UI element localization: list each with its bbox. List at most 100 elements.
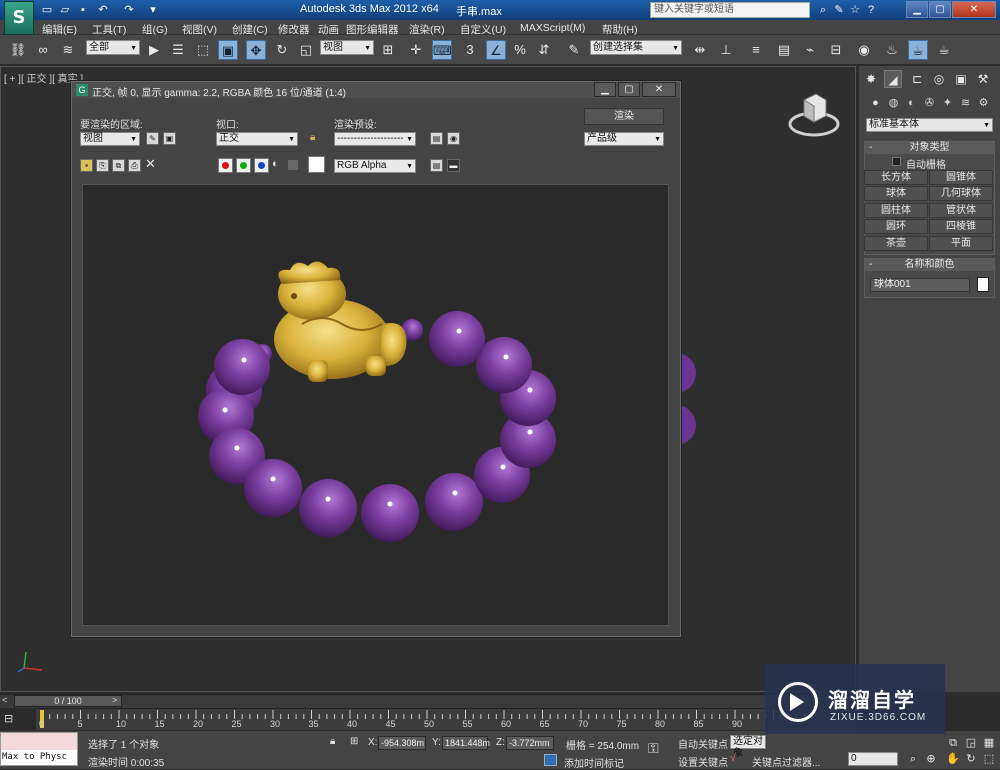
menu-maxscript[interactable]: MAXScript(M) [520, 22, 585, 34]
schematic-view-icon[interactable]: ⊟ [826, 40, 846, 60]
pivot-icon[interactable]: ⊞ [378, 40, 398, 60]
display-channel-select[interactable]: RGB Alpha [334, 159, 416, 173]
geometry-icon[interactable]: ● [868, 96, 883, 111]
search-input[interactable]: 键入关键字或短语 [650, 2, 810, 18]
clear-image-icon[interactable]: ✕ [145, 157, 159, 171]
print-image-icon[interactable]: ⎙ [128, 159, 141, 172]
torus-button[interactable]: 圆环 [864, 219, 928, 234]
selection-lock-icon[interactable]: 🔒︎ [330, 736, 342, 748]
render-quality-select[interactable]: 产品级 [584, 132, 664, 146]
create-tab-icon[interactable]: ✸ [862, 70, 880, 88]
select-by-name-icon[interactable]: ☰ [168, 40, 188, 60]
undo-icon[interactable]: ↶ [96, 3, 110, 17]
z-coord-field[interactable]: -3.772mm [506, 736, 554, 750]
render-preset-select[interactable]: -------------------- [334, 132, 416, 146]
minimize-button[interactable]: ▁ [906, 1, 928, 18]
quick-access-menu-icon[interactable]: ▾ [146, 3, 160, 17]
object-color-swatch[interactable] [977, 277, 989, 292]
app-logo-icon[interactable]: S [4, 1, 34, 35]
rendered-frame-window-icon[interactable]: ☕ [908, 40, 928, 60]
align-icon[interactable]: ⊥ [716, 40, 736, 60]
category-select[interactable]: 标准基本体 [866, 118, 993, 132]
hierarchy-tab-icon[interactable]: ⊏ [908, 70, 926, 88]
render-production-icon[interactable]: ☕ [934, 40, 954, 60]
auto-key-button[interactable]: 自动关键点 [678, 736, 728, 751]
render-setup-small-icon[interactable]: ▤ [430, 132, 443, 145]
add-time-tag[interactable]: 添加时间标记 [564, 755, 624, 770]
autogrid-checkbox[interactable] [892, 157, 901, 166]
mirror-icon[interactable]: ⇹ [690, 40, 710, 60]
spinner-snap-icon[interactable]: ⇵ [534, 40, 554, 60]
time-config-icon[interactable]: ⌕ [906, 752, 920, 766]
binoculars-icon[interactable]: ⌕ [816, 3, 830, 17]
motion-tab-icon[interactable]: ◎ [930, 70, 948, 88]
material-editor-icon[interactable]: ◉ [854, 40, 874, 60]
space-warps-icon[interactable]: ≋ [958, 96, 973, 111]
toggle-ui-icon[interactable]: ▬ [447, 159, 460, 172]
key-filters-button[interactable]: 关键点过滤器... [752, 754, 820, 769]
maximize-button[interactable]: ▢ [929, 1, 951, 18]
maximize-viewport-icon[interactable]: ⬚ [982, 752, 996, 766]
copy-image-icon[interactable]: ⎘ [96, 159, 109, 172]
select-manipulate-icon[interactable]: ✛ [406, 40, 426, 60]
lock-icon[interactable]: 🔒︎ [310, 132, 320, 144]
edit-named-selection-icon[interactable]: ✎ [564, 40, 584, 60]
zoom-icon[interactable]: ⊕ [924, 752, 938, 766]
graphite-tools-icon[interactable]: ▤ [774, 40, 794, 60]
percent-snap-icon[interactable]: % [510, 40, 530, 60]
selection-filter-select[interactable]: 全部 [86, 40, 140, 55]
time-slider-track[interactable] [0, 694, 856, 708]
swatch-color-box[interactable] [308, 156, 325, 173]
red-channel-button[interactable] [218, 158, 233, 173]
name-color-header[interactable]: - 名称和颜色 [865, 259, 994, 271]
keyboard-shortcut-icon[interactable]: ⌨ [432, 40, 452, 60]
environment-effects-icon[interactable]: ◉ [447, 132, 460, 145]
display-tab-icon[interactable]: ▣ [952, 70, 970, 88]
new-file-icon[interactable]: ▭ [40, 3, 54, 17]
mini-curve-editor-icon[interactable]: ⊟ [4, 712, 22, 726]
zoom-all-icon[interactable]: ◲ [964, 736, 978, 750]
alpha-channel-icon[interactable]: ◐ [272, 158, 284, 172]
link-icon[interactable]: ⛓ [8, 40, 28, 60]
rotate-icon[interactable]: ↻ [272, 40, 292, 60]
box-button[interactable]: 长方体 [864, 170, 928, 185]
open-file-icon[interactable]: ▱ [58, 3, 72, 17]
shapes-icon[interactable]: ◍ [886, 96, 901, 111]
y-coord-field[interactable]: 1841.448m [442, 736, 490, 750]
select-object-icon[interactable]: ▶ [144, 40, 164, 60]
modify-tab-icon[interactable]: ◢ [884, 70, 902, 88]
tube-button[interactable]: 管状体 [929, 203, 993, 218]
edit-region-icon[interactable]: ✎ [146, 132, 159, 145]
maxscript-output-line[interactable]: Max to Physc [2, 752, 67, 762]
tools-icon[interactable]: ✎ [832, 3, 846, 17]
render-button[interactable]: 渲染 [584, 108, 664, 125]
snaps-toggle-icon[interactable]: 3 [460, 40, 480, 60]
render-setup-icon[interactable]: ♨ [882, 40, 902, 60]
render-window-maximize-button[interactable]: ▢ [618, 82, 640, 97]
star-icon[interactable]: ☆ [848, 3, 862, 17]
rect-selection-icon[interactable]: ⬚ [193, 40, 213, 60]
object-type-header[interactable]: - 对象类型 [865, 142, 994, 154]
curve-editor-icon[interactable]: ⌁ [800, 40, 820, 60]
time-tag-icon[interactable] [544, 754, 557, 766]
window-crossing-icon[interactable]: ▣ [218, 40, 238, 60]
close-button[interactable]: ✕ [952, 1, 996, 18]
toggle-ui-overlay-icon[interactable]: ▤ [430, 159, 443, 172]
orbit-icon[interactable]: ↻ [964, 752, 978, 766]
pyramid-button[interactable]: 四棱锥 [929, 219, 993, 234]
bind-space-warp-icon[interactable]: ≋ [58, 40, 78, 60]
render-window-close-button[interactable]: ✕ [642, 82, 676, 97]
helpers-icon[interactable]: ✦ [940, 96, 955, 111]
cone-button[interactable]: 圆锥体 [929, 170, 993, 185]
render-window-minimize-button[interactable]: ▁ [594, 82, 616, 97]
selected-object-select[interactable]: 选定对象 [730, 735, 766, 759]
absolute-mode-icon[interactable]: ⊞ [350, 736, 362, 748]
layer-manager-icon[interactable]: ≡ [746, 40, 766, 60]
viewcube-icon[interactable] [786, 90, 842, 140]
teapot-button[interactable]: 茶壶 [864, 236, 928, 251]
unlink-icon[interactable]: ∞ [33, 40, 53, 60]
time-next-icon[interactable]: > [112, 695, 122, 707]
named-selection-select[interactable]: 创建选择集 [590, 40, 682, 55]
green-channel-button[interactable] [236, 158, 251, 173]
lights-icon[interactable]: ◐ [904, 96, 919, 111]
